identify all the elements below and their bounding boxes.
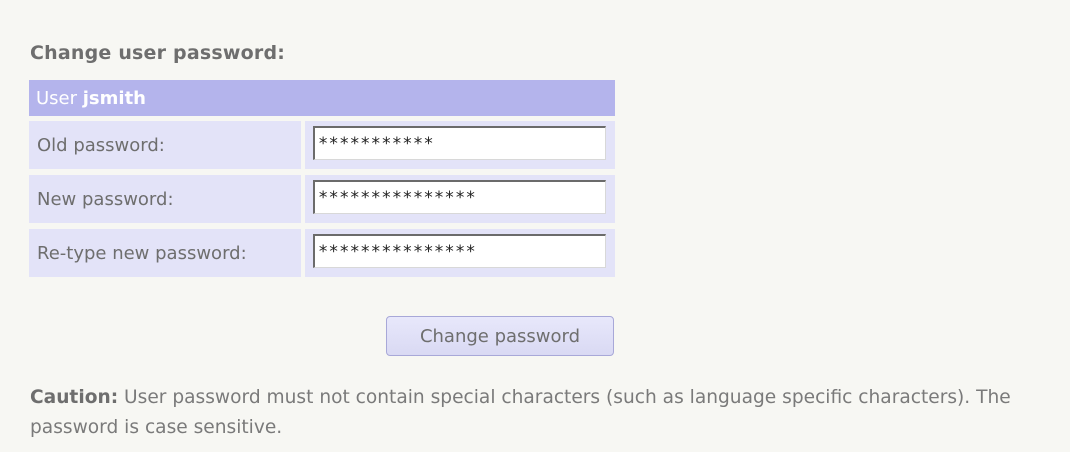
retype-password-input[interactable]: *************** xyxy=(313,234,606,268)
retype-password-cell: *************** xyxy=(305,229,615,277)
user-prefix: User xyxy=(36,88,78,109)
new-password-cell: *************** xyxy=(305,175,615,223)
new-password-input[interactable]: *************** xyxy=(313,180,606,214)
old-password-cell: *********** xyxy=(305,121,615,169)
retype-password-label: Re-type new password: xyxy=(29,229,301,277)
old-password-label: Old password: xyxy=(29,121,301,169)
user-header: User jsmith xyxy=(29,80,615,116)
caution-title: Caution: xyxy=(30,387,119,408)
username: jsmith xyxy=(82,88,146,109)
caution-note: Caution: User password must not contain … xyxy=(30,383,1060,443)
caution-text: User password must not contain special c… xyxy=(30,387,1011,438)
old-password-input[interactable]: *********** xyxy=(313,126,606,160)
change-password-button[interactable]: Change password xyxy=(386,316,614,356)
new-password-label: New password: xyxy=(29,175,301,223)
change-password-heading: Change user password: xyxy=(30,42,286,64)
